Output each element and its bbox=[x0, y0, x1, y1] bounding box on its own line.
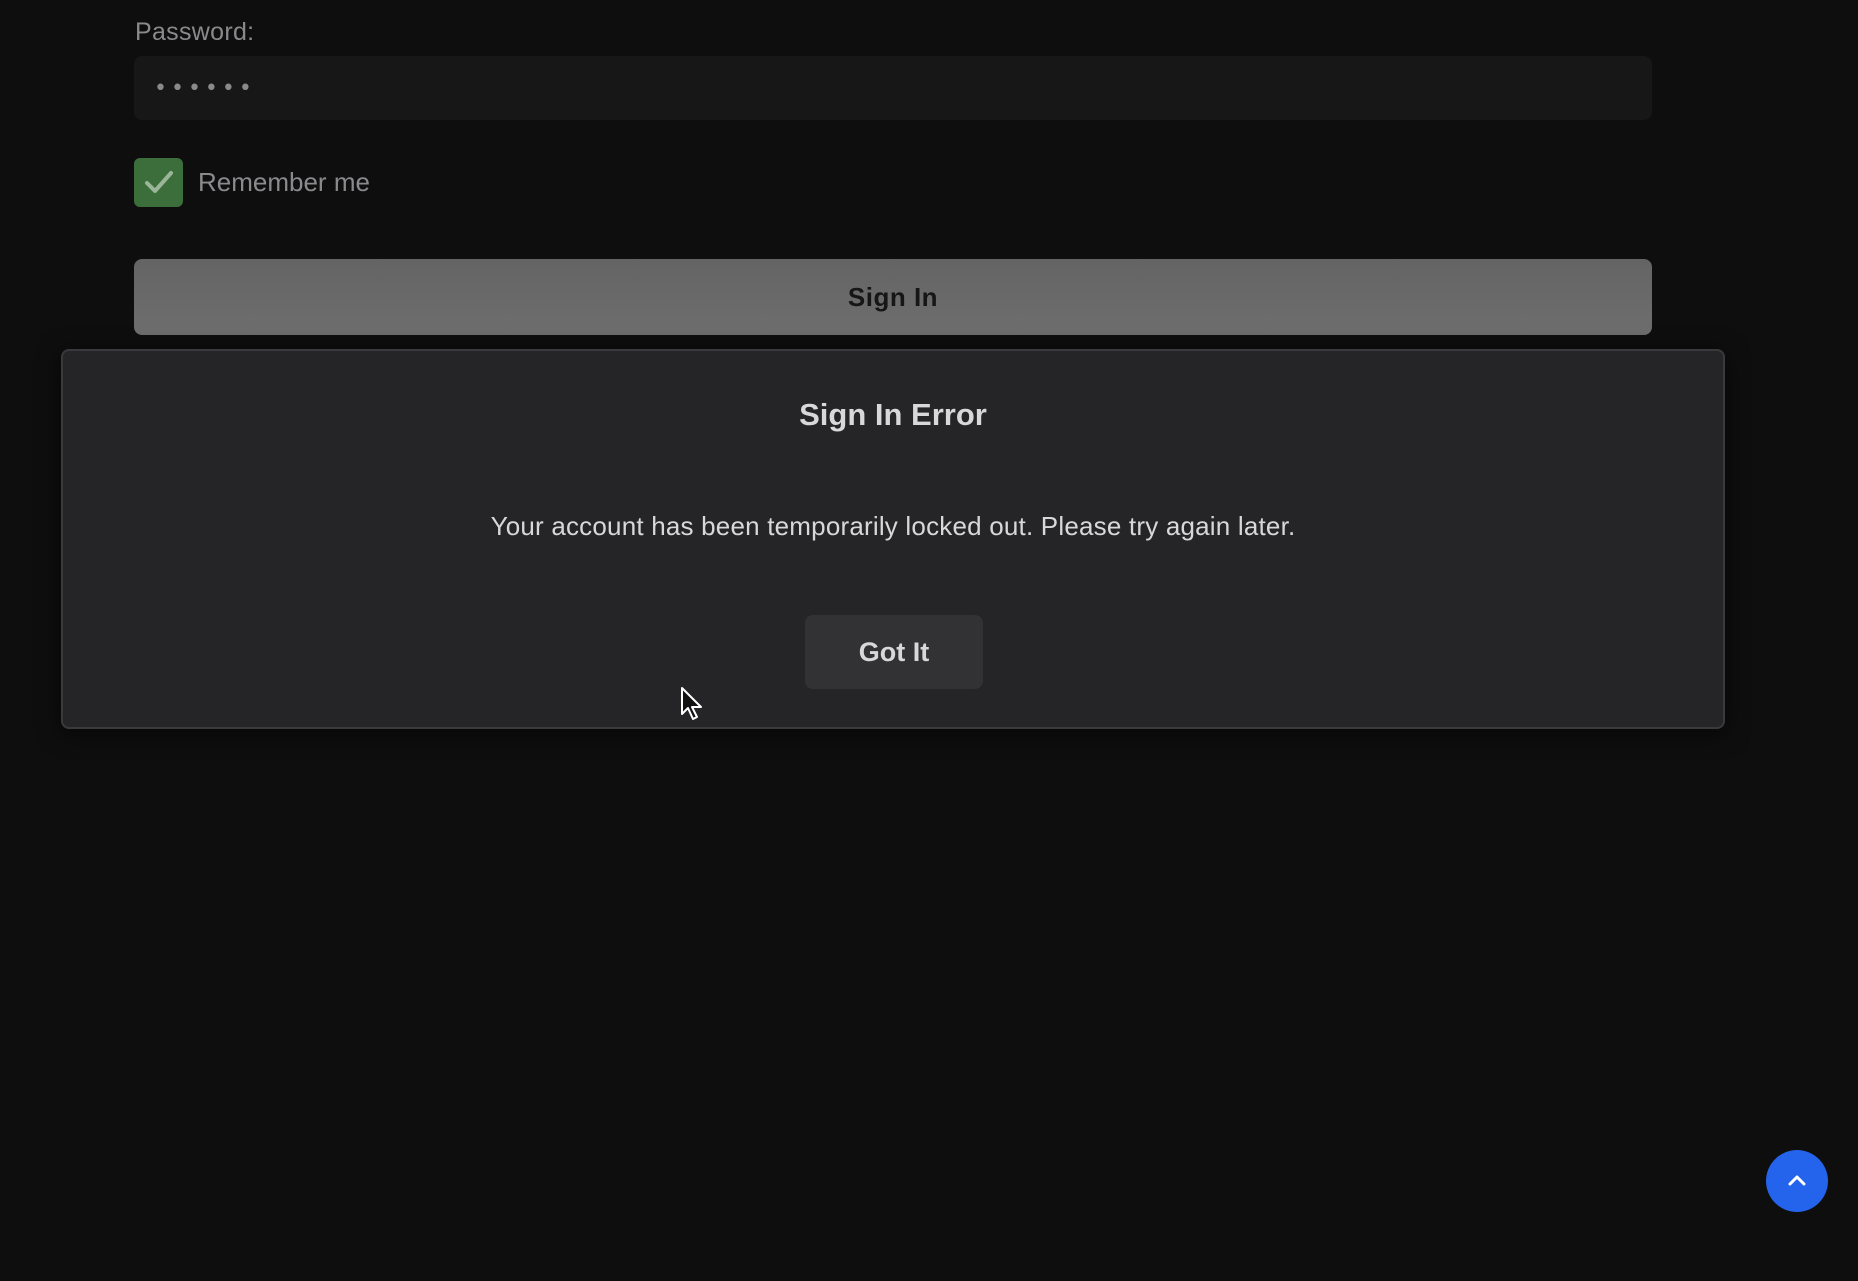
remember-me-checkbox[interactable] bbox=[134, 157, 183, 207]
got-it-button[interactable]: Got It bbox=[805, 615, 983, 689]
password-label: Password: bbox=[135, 18, 255, 46]
dialog-message: Your account has been temporarily locked… bbox=[490, 511, 1296, 541]
chevron-up-icon bbox=[1788, 1175, 1806, 1186]
error-dialog: Sign In Error Your account has been temp… bbox=[61, 349, 1725, 729]
password-field[interactable] bbox=[134, 56, 1652, 120]
remember-me-row[interactable]: Remember me bbox=[134, 157, 370, 207]
page: Password: Remember me Sign In Sign In Er… bbox=[0, 0, 1858, 1281]
remember-me-label: Remember me bbox=[198, 166, 370, 197]
checkmark-icon bbox=[144, 171, 173, 193]
mouse-pointer-icon bbox=[681, 687, 702, 720]
sign-in-button[interactable]: Sign In bbox=[134, 259, 1652, 335]
dialog-title: Sign In Error bbox=[799, 397, 987, 432]
scroll-to-top-button[interactable] bbox=[1766, 1150, 1828, 1212]
